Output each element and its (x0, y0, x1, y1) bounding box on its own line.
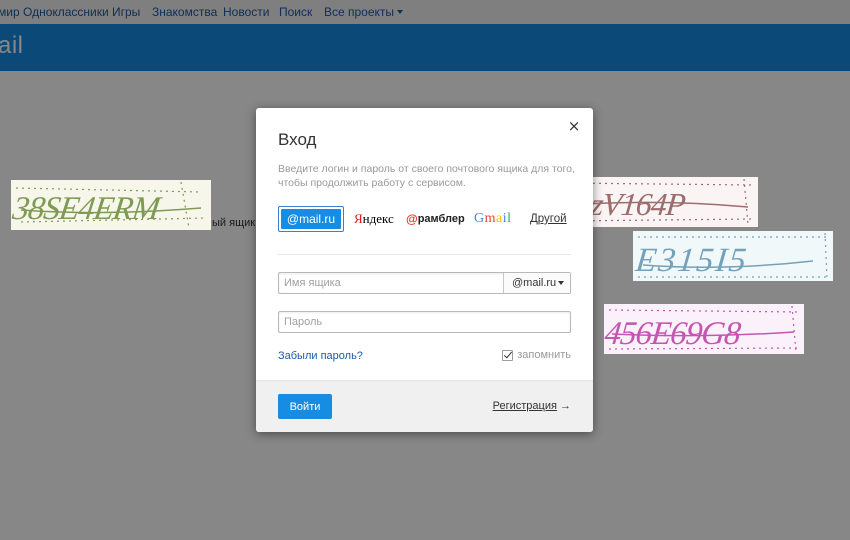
password-input[interactable] (279, 312, 567, 332)
password-field-wrapper (278, 311, 571, 333)
gmail-letter-m: m (484, 211, 497, 226)
yandex-logo-rest: ндекс (362, 211, 394, 226)
provider-other[interactable]: Другой (530, 206, 567, 232)
provider-gmail[interactable]: Gmail (474, 206, 512, 232)
register-link-label: Регистрация (492, 400, 557, 412)
register-link[interactable]: Регистрация → (493, 400, 571, 412)
arrow-right-icon: → (560, 400, 571, 412)
rambler-logo: рамблер (417, 213, 465, 225)
domain-select-value: @mail.ru (512, 277, 557, 289)
checkbox-checked-icon (502, 349, 514, 361)
email-field-wrapper: @mail.ru (278, 272, 571, 294)
domain-select[interactable]: @mail.ru (503, 273, 570, 293)
captcha-3-text: E315I5 (633, 242, 750, 279)
remember-me-checkbox[interactable]: запомнить (502, 349, 571, 361)
captcha-1-text: 38SE4ERM (11, 190, 165, 227)
provider-selector: @mail.ru Яндекс @ рамблер Gmail Другой (278, 206, 568, 232)
provider-yandex[interactable]: Яндекс (354, 206, 394, 232)
forgot-password-link[interactable]: Забыли пароль? (278, 350, 363, 362)
email-input[interactable] (279, 273, 501, 293)
provider-other-label: Другой (530, 213, 567, 225)
gmail-letter-g: G (474, 211, 485, 226)
modal-title: Вход (278, 130, 317, 149)
divider (278, 254, 571, 255)
login-modal: × Вход Введите логин и пароль от своего … (256, 108, 593, 432)
modal-footer: Войти Регистрация → (256, 380, 593, 432)
provider-rambler[interactable]: @ рамблер (406, 206, 465, 232)
mailru-logo: @mail.ru (281, 209, 341, 229)
gmail-letter-a: a (496, 211, 503, 226)
provider-mailru[interactable]: @mail.ru (278, 206, 344, 232)
remember-me-label: запомнить (517, 349, 571, 361)
rambler-at-icon: @ (406, 212, 418, 226)
captcha-image-4: 456E69G8 (604, 304, 804, 354)
login-button[interactable]: Войти (278, 394, 332, 419)
captcha-image-3: E315I5 (633, 231, 833, 281)
captcha-image-1: 38SE4ERM (11, 180, 211, 230)
gmail-letter-l: l (507, 211, 512, 226)
modal-description: Введите логин и пароль от своего почтово… (278, 163, 575, 189)
close-icon[interactable]: × (567, 119, 581, 134)
yandex-logo-first: Я (354, 211, 363, 226)
chevron-down-icon (558, 281, 564, 285)
